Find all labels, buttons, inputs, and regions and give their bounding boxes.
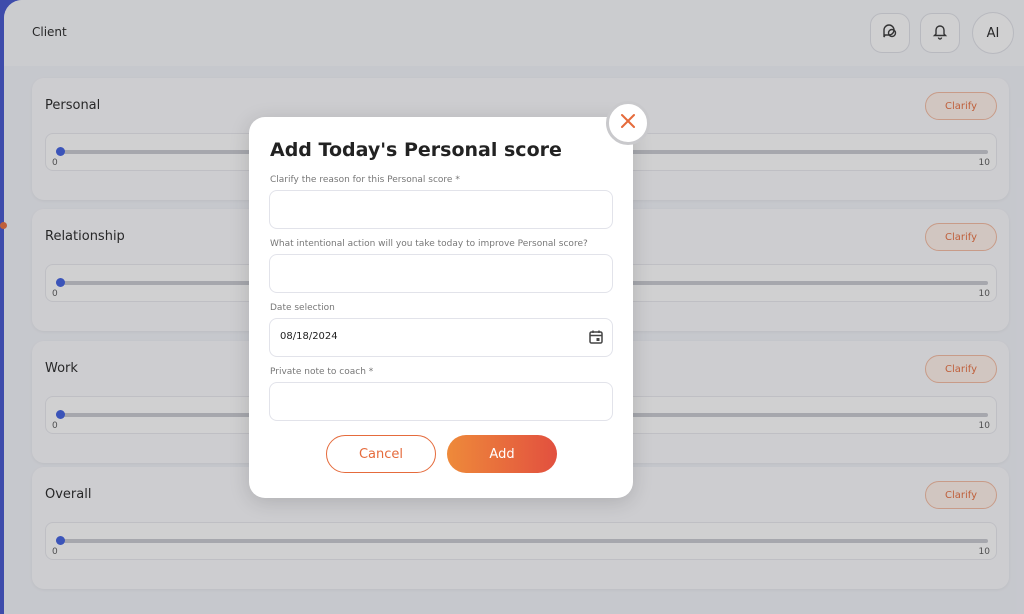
date-label: Date selection	[270, 303, 335, 313]
date-value: 08/18/2024	[280, 331, 338, 342]
note-input[interactable]	[269, 382, 613, 421]
reason-input[interactable]	[269, 190, 613, 229]
close-icon	[620, 113, 636, 133]
add-button[interactable]: Add	[447, 435, 557, 473]
note-label: Private note to coach *	[270, 367, 374, 377]
calendar-icon[interactable]	[588, 329, 604, 349]
cancel-button[interactable]: Cancel	[326, 435, 436, 473]
date-input[interactable]: 08/18/2024	[269, 318, 613, 357]
dialog-title: Add Today's Personal score	[270, 139, 562, 161]
action-input[interactable]	[269, 254, 613, 293]
add-score-dialog: Add Today's Personal score Clarify the r…	[249, 101, 650, 498]
reason-label: Clarify the reason for this Personal sco…	[270, 175, 460, 185]
action-label: What intentional action will you take to…	[270, 239, 588, 249]
close-button[interactable]	[606, 101, 650, 145]
